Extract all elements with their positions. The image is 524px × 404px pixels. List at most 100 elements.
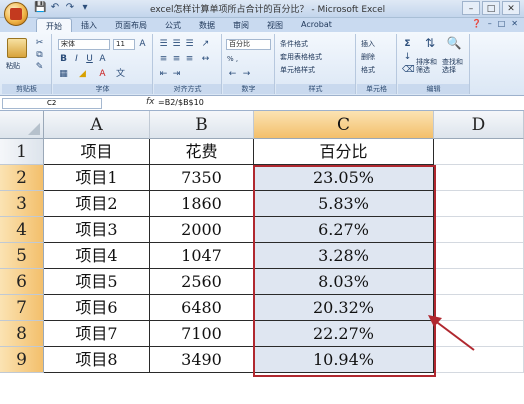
cell-a-row[interactable]: 项目5 (44, 269, 150, 295)
cell-c-row[interactable]: 3.28% (254, 243, 434, 269)
cell-b-row[interactable]: 7100 (150, 321, 254, 347)
tab-insert[interactable]: 插入 (72, 18, 106, 32)
cell-d-row[interactable] (434, 191, 524, 217)
cell-b-row[interactable]: 2560 (150, 269, 254, 295)
cell-b-row[interactable]: 2000 (150, 217, 254, 243)
number-format-select[interactable]: 百分比 (226, 39, 271, 50)
cell-a-row[interactable]: 项目8 (44, 347, 150, 373)
fx-icon[interactable]: fx (146, 97, 155, 107)
ribbon-close-icon[interactable]: ✕ (511, 19, 518, 28)
align-top-icon[interactable]: ☰ (158, 39, 169, 50)
conditional-formatting-button[interactable]: 条件格式 (280, 39, 308, 49)
ribbon-restore-icon[interactable]: □ (498, 19, 506, 28)
align-right-icon[interactable]: ≡ (184, 54, 195, 65)
cell-d-row[interactable] (434, 295, 524, 321)
copy-icon[interactable]: ⧉ (34, 50, 45, 61)
help-icon[interactable]: ❓ (472, 19, 482, 28)
align-left-icon[interactable]: ≡ (158, 54, 169, 65)
increase-decimal-icon[interactable]: ← (227, 69, 238, 80)
column-header-a[interactable]: A (44, 111, 150, 139)
cell-c-row[interactable]: 23.05% (254, 165, 434, 191)
save-icon[interactable]: 💾 (34, 2, 46, 14)
cell-d-row[interactable] (434, 321, 524, 347)
grow-font-icon[interactable]: A (137, 39, 148, 50)
merge-center-icon[interactable]: ↔ (200, 54, 211, 65)
border-icon[interactable]: ▦ (58, 69, 69, 80)
cell-d-row[interactable] (434, 347, 524, 373)
cell-c-row[interactable]: 6.27% (254, 217, 434, 243)
align-bottom-icon[interactable]: ☰ (184, 39, 195, 50)
row-header[interactable]: 7 (0, 295, 44, 321)
tab-view[interactable]: 视图 (258, 18, 292, 32)
font-size-select[interactable]: 11 (113, 39, 135, 50)
align-center-icon[interactable]: ≡ (171, 54, 182, 65)
format-as-table-button[interactable]: 套用表格格式 (280, 52, 322, 62)
column-header-d[interactable]: D (434, 111, 524, 139)
decrease-decimal-icon[interactable]: → (241, 69, 252, 80)
cell-a-row[interactable]: 项目7 (44, 321, 150, 347)
format-cells-button[interactable]: 格式 (361, 65, 375, 75)
cell-c-row[interactable]: 8.03% (254, 269, 434, 295)
formula-input[interactable]: =B2/$B$10 (158, 98, 204, 107)
cell-c-row[interactable]: 22.27% (254, 321, 434, 347)
decrease-indent-icon[interactable]: ⇤ (158, 69, 169, 80)
fill-color-icon[interactable]: ◢ (77, 69, 88, 80)
percent-style-button[interactable]: % , (227, 55, 238, 63)
cell-c-row[interactable]: 10.94% (254, 347, 434, 373)
customize-qat-icon[interactable]: ▾ (79, 2, 91, 14)
cell-d-row[interactable] (434, 217, 524, 243)
row-header[interactable]: 9 (0, 347, 44, 373)
autosum-icon[interactable]: Σ (402, 39, 413, 50)
select-all-corner[interactable] (0, 111, 44, 139)
minimize-icon[interactable]: – (462, 1, 480, 15)
row-header[interactable]: 1 (0, 139, 44, 165)
cell-a-row[interactable]: 项目 (44, 139, 150, 165)
redo-icon[interactable]: ↷ (64, 2, 76, 14)
font-color-a-icon[interactable]: A (97, 54, 108, 65)
cell-d-row[interactable] (434, 243, 524, 269)
tab-page-layout[interactable]: 页面布局 (106, 18, 156, 32)
cell-b-row[interactable]: 花费 (150, 139, 254, 165)
phonetic-icon[interactable]: 文 (115, 69, 126, 80)
cell-c-row[interactable]: 20.32% (254, 295, 434, 321)
format-painter-icon[interactable]: ✎ (34, 62, 45, 73)
paste-icon[interactable] (7, 38, 27, 58)
tab-home[interactable]: 开始 (36, 18, 72, 32)
delete-cells-button[interactable]: 删除 (361, 52, 375, 62)
align-middle-icon[interactable]: ☰ (171, 39, 182, 50)
find-select-icon[interactable]: 🔍 (446, 37, 462, 54)
cell-c-row[interactable]: 百分比 (254, 139, 434, 165)
italic-icon[interactable]: I (71, 54, 82, 65)
name-box[interactable]: C2 (2, 98, 102, 109)
cell-b-row[interactable]: 6480 (150, 295, 254, 321)
cell-d-row[interactable] (434, 139, 524, 165)
cell-d-row[interactable] (434, 165, 524, 191)
column-header-b[interactable]: B (150, 111, 254, 139)
font-color-icon[interactable]: A (97, 69, 108, 80)
tab-data[interactable]: 数据 (190, 18, 224, 32)
maximize-icon[interactable]: □ (482, 1, 500, 15)
tab-formulas[interactable]: 公式 (156, 18, 190, 32)
insert-cells-button[interactable]: 插入 (361, 39, 375, 49)
cell-b-row[interactable]: 7350 (150, 165, 254, 191)
sort-filter-button[interactable]: 排序和 筛选 (416, 58, 437, 74)
cell-c-row[interactable]: 5.83% (254, 191, 434, 217)
undo-icon[interactable]: ↶ (49, 2, 61, 14)
increase-indent-icon[interactable]: ⇥ (171, 69, 182, 80)
cell-a-row[interactable]: 项目1 (44, 165, 150, 191)
row-header[interactable]: 3 (0, 191, 44, 217)
column-header-c[interactable]: C (254, 111, 434, 139)
row-header[interactable]: 8 (0, 321, 44, 347)
font-name-select[interactable]: 宋体 (58, 39, 110, 50)
row-header[interactable]: 4 (0, 217, 44, 243)
text-direction-icon[interactable]: ↗ (200, 39, 211, 50)
paste-label[interactable]: 粘贴 (6, 61, 20, 71)
cell-a-row[interactable]: 项目6 (44, 295, 150, 321)
cell-b-row[interactable]: 1047 (150, 243, 254, 269)
cut-icon[interactable]: ✂ (34, 38, 45, 49)
sort-filter-icon[interactable]: ⇅ (422, 37, 438, 54)
row-header[interactable]: 6 (0, 269, 44, 295)
tab-review[interactable]: 审阅 (224, 18, 258, 32)
row-header[interactable]: 2 (0, 165, 44, 191)
cell-b-row[interactable]: 1860 (150, 191, 254, 217)
